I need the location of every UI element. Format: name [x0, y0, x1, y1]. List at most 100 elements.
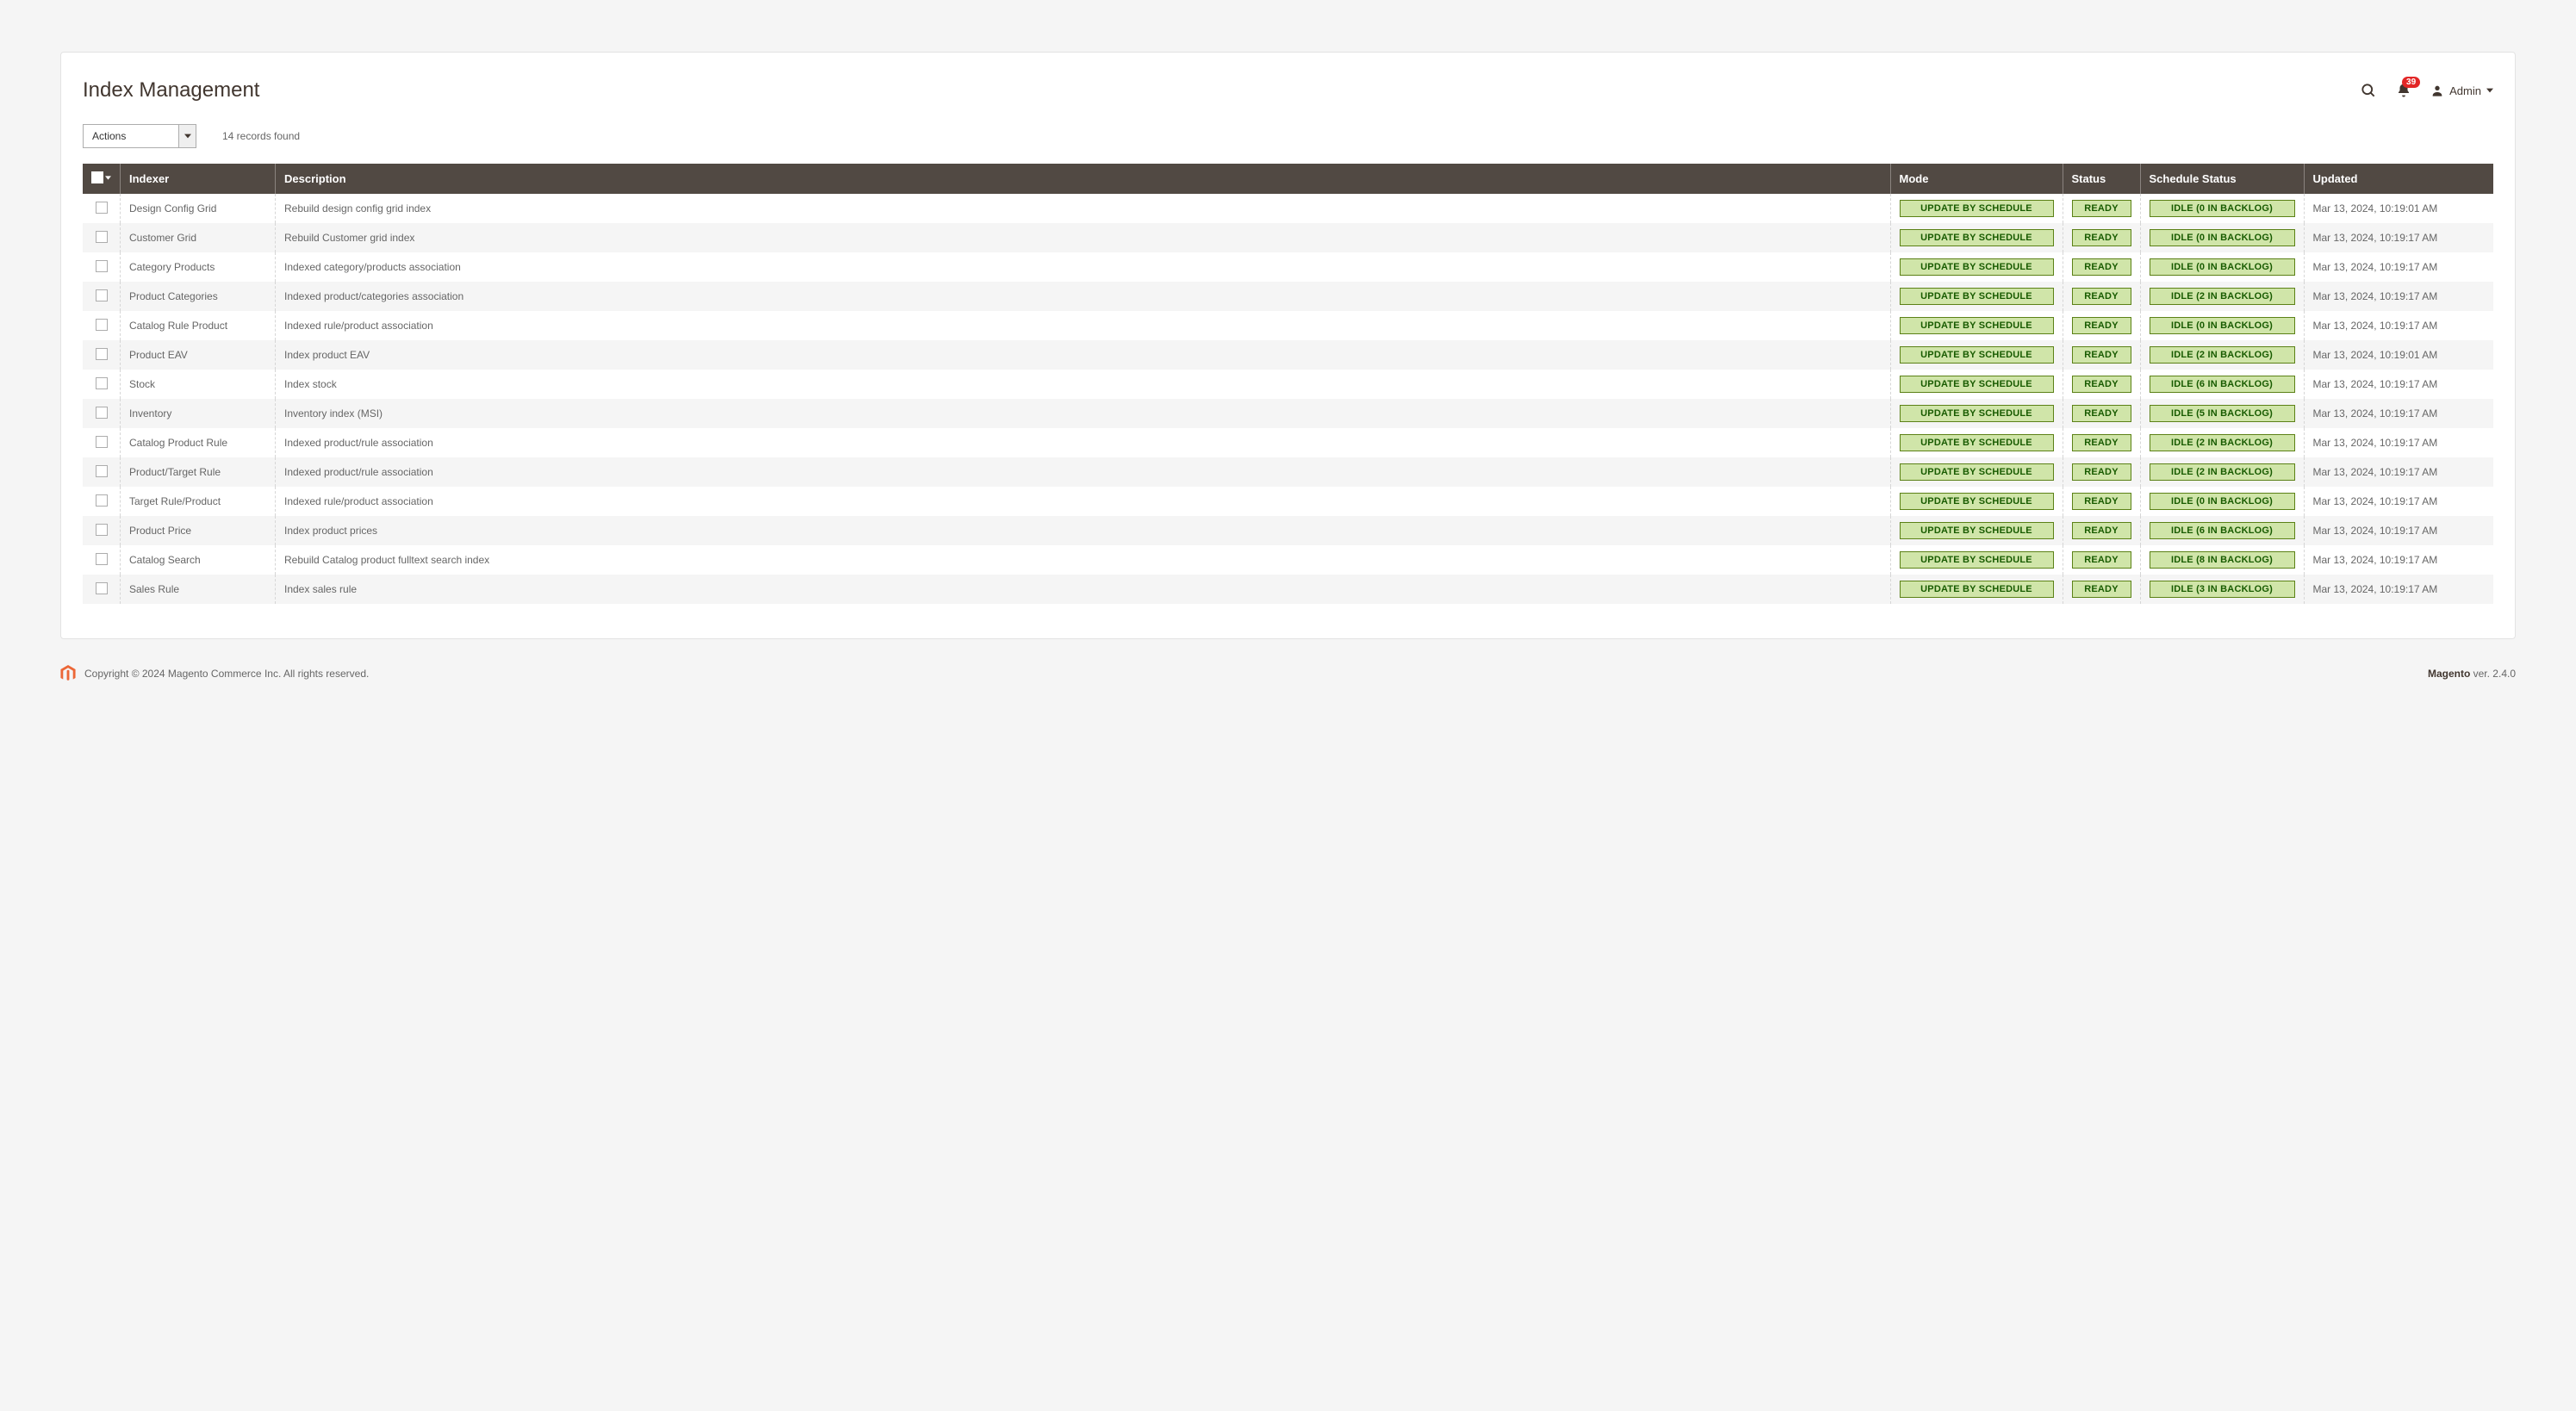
- schedule-badge: IDLE (0 IN BACKLOG): [2150, 317, 2295, 334]
- schedule-badge: IDLE (8 IN BACKLOG): [2150, 551, 2295, 569]
- status-badge: READY: [2072, 376, 2131, 393]
- row-checkbox[interactable]: [96, 377, 108, 389]
- row-checkbox[interactable]: [96, 524, 108, 536]
- schedule-badge: IDLE (0 IN BACKLOG): [2150, 258, 2295, 276]
- mode-badge: UPDATE BY SCHEDULE: [1900, 463, 2054, 481]
- cell-updated: Mar 13, 2024, 10:19:17 AM: [2304, 545, 2493, 575]
- cell-updated: Mar 13, 2024, 10:19:17 AM: [2304, 223, 2493, 252]
- col-header-schedule[interactable]: Schedule Status: [2140, 164, 2304, 194]
- records-count: 14 records found: [222, 130, 300, 142]
- row-checkbox[interactable]: [96, 348, 108, 360]
- chevron-down-icon: [2486, 87, 2493, 94]
- table-row: Target Rule/ProductIndexed rule/product …: [83, 487, 2493, 516]
- col-header-indexer[interactable]: Indexer: [121, 164, 276, 194]
- search-icon[interactable]: [2360, 82, 2377, 99]
- cell-description: Index product EAV: [276, 340, 1891, 370]
- schedule-badge: IDLE (5 IN BACKLOG): [2150, 405, 2295, 422]
- schedule-badge: IDLE (0 IN BACKLOG): [2150, 229, 2295, 246]
- cell-updated: Mar 13, 2024, 10:19:01 AM: [2304, 340, 2493, 370]
- mode-badge: UPDATE BY SCHEDULE: [1900, 288, 2054, 305]
- status-badge: READY: [2072, 522, 2131, 539]
- cell-description: Rebuild Catalog product fulltext search …: [276, 545, 1891, 575]
- mode-badge: UPDATE BY SCHEDULE: [1900, 405, 2054, 422]
- row-checkbox[interactable]: [96, 289, 108, 301]
- status-badge: READY: [2072, 258, 2131, 276]
- col-header-status[interactable]: Status: [2063, 164, 2140, 194]
- user-menu[interactable]: Admin: [2430, 84, 2493, 97]
- cell-updated: Mar 13, 2024, 10:19:17 AM: [2304, 311, 2493, 340]
- cell-updated: Mar 13, 2024, 10:19:17 AM: [2304, 457, 2493, 487]
- table-row: Product/Target RuleIndexed product/rule …: [83, 457, 2493, 487]
- status-badge: READY: [2072, 317, 2131, 334]
- status-badge: READY: [2072, 346, 2131, 364]
- table-row: StockIndex stockUPDATE BY SCHEDULEREADYI…: [83, 370, 2493, 399]
- row-checkbox[interactable]: [96, 202, 108, 214]
- notification-badge: 39: [2402, 77, 2420, 88]
- panel-header: Index Management 39 Admin: [61, 53, 2515, 124]
- col-header-description[interactable]: Description: [276, 164, 1891, 194]
- cell-indexer: Product/Target Rule: [121, 457, 276, 487]
- row-checkbox[interactable]: [96, 494, 108, 507]
- status-badge: READY: [2072, 493, 2131, 510]
- notifications-icon[interactable]: 39: [2396, 82, 2411, 99]
- cell-updated: Mar 13, 2024, 10:19:17 AM: [2304, 575, 2493, 604]
- row-checkbox[interactable]: [96, 465, 108, 477]
- col-header-mode[interactable]: Mode: [1890, 164, 2063, 194]
- table-row: Catalog Rule ProductIndexed rule/product…: [83, 311, 2493, 340]
- status-badge: READY: [2072, 229, 2131, 246]
- index-table: Indexer Description Mode Status Schedule…: [83, 164, 2493, 604]
- row-checkbox[interactable]: [96, 582, 108, 594]
- schedule-badge: IDLE (0 IN BACKLOG): [2150, 200, 2295, 217]
- cell-indexer: Target Rule/Product: [121, 487, 276, 516]
- mode-badge: UPDATE BY SCHEDULE: [1900, 581, 2054, 598]
- mode-badge: UPDATE BY SCHEDULE: [1900, 551, 2054, 569]
- mode-badge: UPDATE BY SCHEDULE: [1900, 317, 2054, 334]
- status-badge: READY: [2072, 463, 2131, 481]
- table-row: Sales RuleIndex sales ruleUPDATE BY SCHE…: [83, 575, 2493, 604]
- cell-updated: Mar 13, 2024, 10:19:17 AM: [2304, 487, 2493, 516]
- chevron-down-icon: [178, 125, 196, 147]
- cell-description: Index stock: [276, 370, 1891, 399]
- cell-indexer: Catalog Rule Product: [121, 311, 276, 340]
- mode-badge: UPDATE BY SCHEDULE: [1900, 493, 2054, 510]
- cell-description: Indexed rule/product association: [276, 311, 1891, 340]
- cell-indexer: Catalog Search: [121, 545, 276, 575]
- cell-description: Index product prices: [276, 516, 1891, 545]
- cell-updated: Mar 13, 2024, 10:19:17 AM: [2304, 370, 2493, 399]
- user-label: Admin: [2449, 84, 2481, 97]
- cell-description: Indexed rule/product association: [276, 487, 1891, 516]
- status-badge: READY: [2072, 405, 2131, 422]
- version-text: Magento ver. 2.4.0: [2428, 668, 2516, 680]
- schedule-badge: IDLE (0 IN BACKLOG): [2150, 493, 2295, 510]
- table-row: Catalog SearchRebuild Catalog product fu…: [83, 545, 2493, 575]
- cell-description: Indexed product/rule association: [276, 457, 1891, 487]
- cell-indexer: Customer Grid: [121, 223, 276, 252]
- select-all-checkbox[interactable]: [91, 171, 103, 183]
- table-row: Design Config GridRebuild design config …: [83, 194, 2493, 223]
- row-checkbox[interactable]: [96, 319, 108, 331]
- row-checkbox[interactable]: [96, 231, 108, 243]
- table-row: Category ProductsIndexed category/produc…: [83, 252, 2493, 282]
- mode-badge: UPDATE BY SCHEDULE: [1900, 346, 2054, 364]
- row-checkbox[interactable]: [96, 553, 108, 565]
- row-checkbox[interactable]: [96, 260, 108, 272]
- user-icon: [2430, 84, 2444, 97]
- mode-badge: UPDATE BY SCHEDULE: [1900, 200, 2054, 217]
- cell-updated: Mar 13, 2024, 10:19:17 AM: [2304, 252, 2493, 282]
- page-title: Index Management: [83, 78, 259, 103]
- row-checkbox[interactable]: [96, 407, 108, 419]
- main-panel: Index Management 39 Admin Actions 14 rec…: [60, 52, 2516, 639]
- actions-dropdown[interactable]: Actions: [83, 124, 196, 148]
- cell-indexer: Product Categories: [121, 282, 276, 311]
- row-checkbox[interactable]: [96, 436, 108, 448]
- col-header-updated[interactable]: Updated: [2304, 164, 2493, 194]
- cell-updated: Mar 13, 2024, 10:19:01 AM: [2304, 194, 2493, 223]
- col-header-select[interactable]: [83, 164, 121, 194]
- mode-badge: UPDATE BY SCHEDULE: [1900, 522, 2054, 539]
- status-badge: READY: [2072, 551, 2131, 569]
- mode-badge: UPDATE BY SCHEDULE: [1900, 434, 2054, 451]
- cell-indexer: Category Products: [121, 252, 276, 282]
- cell-updated: Mar 13, 2024, 10:19:17 AM: [2304, 282, 2493, 311]
- schedule-badge: IDLE (3 IN BACKLOG): [2150, 581, 2295, 598]
- cell-indexer: Stock: [121, 370, 276, 399]
